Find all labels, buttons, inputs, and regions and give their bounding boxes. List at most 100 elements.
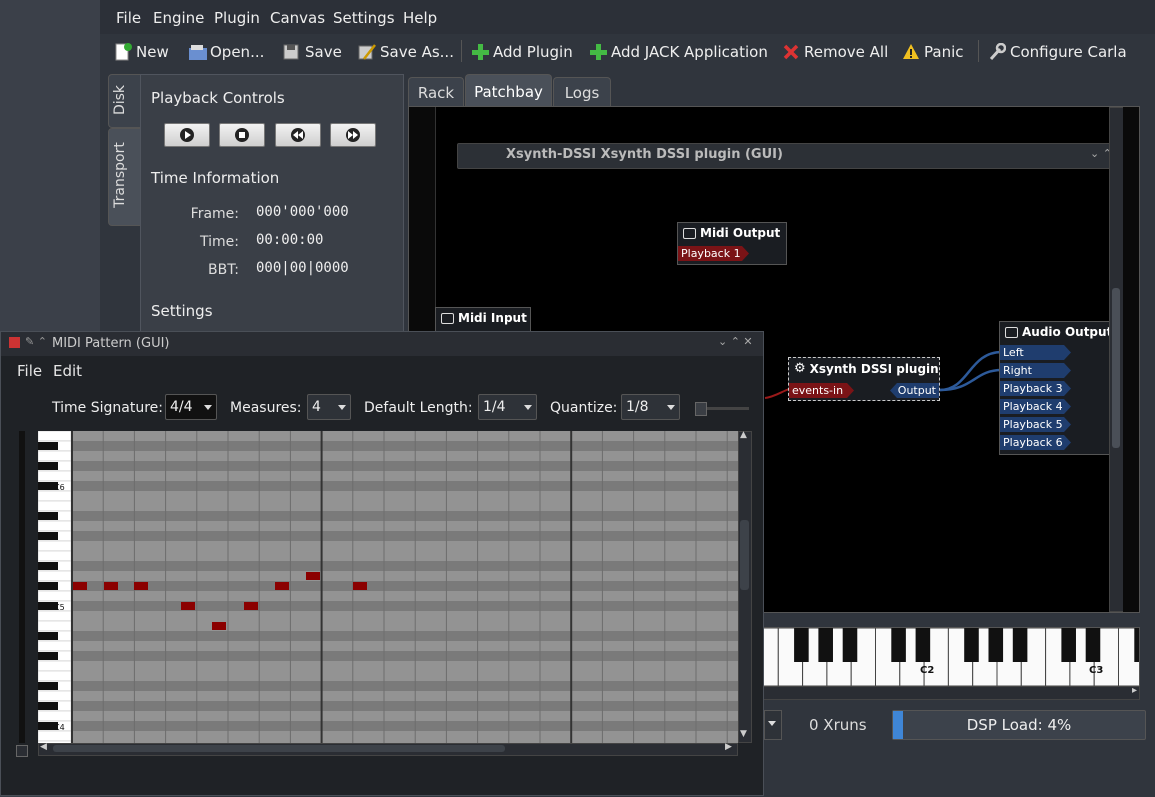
pin-icon[interactable]: ✎ ⌃	[25, 335, 47, 348]
piano-keys[interactable]	[38, 431, 71, 743]
port-playback-5[interactable]: Playback 5	[1000, 417, 1071, 432]
note[interactable]	[104, 582, 118, 590]
default-length-select[interactable]: 1/4	[478, 394, 537, 420]
tab-rack[interactable]: Rack	[408, 77, 464, 108]
black-key	[818, 628, 833, 662]
note[interactable]	[212, 622, 226, 630]
menu-help[interactable]: Help	[403, 9, 437, 27]
stop-icon	[235, 128, 249, 142]
grid-row	[71, 441, 738, 451]
note[interactable]	[306, 572, 320, 580]
forward-button[interactable]	[330, 123, 376, 147]
white-key	[38, 570, 71, 582]
note[interactable]	[134, 582, 148, 590]
pattern-title-bar[interactable]: ✎ ⌃ MIDI Pattern (GUI) ⌄ ⌃ ✕	[1, 332, 763, 356]
scroll-right-icon[interactable]: ▸	[1132, 685, 1137, 696]
grid-row	[71, 471, 738, 481]
port-right[interactable]: Right	[1000, 363, 1071, 378]
toolbar: New Open... Save Save As... Add Plugin A…	[100, 34, 1155, 68]
port-playback-6[interactable]: Playback 6	[1000, 435, 1071, 450]
stop-button[interactable]	[219, 123, 265, 147]
pattern-piano-roll-keys[interactable]: C6 C5 C4	[38, 431, 71, 743]
pattern-note-grid[interactable]	[71, 431, 738, 743]
toolbar-separator	[461, 40, 462, 62]
side-tab-bar: Disk Transport	[108, 74, 142, 226]
save-button[interactable]: Save	[283, 41, 342, 63]
plus-icon	[471, 43, 489, 61]
port-playback-3[interactable]: Playback 3	[1000, 381, 1071, 396]
save-as-button[interactable]: Save As...	[358, 41, 454, 63]
zoom-slider[interactable]	[695, 402, 749, 416]
note[interactable]	[353, 582, 367, 590]
scroll-down-icon[interactable]: ▼	[740, 729, 747, 739]
open-button[interactable]: Open...	[188, 41, 264, 63]
quantize-select[interactable]: 1/8	[621, 394, 680, 420]
audio-output-box[interactable]: Audio Output Left Right Playback 3 Playb…	[999, 321, 1121, 455]
menu-bar: File Engine Plugin Canvas Settings Help	[100, 0, 1155, 34]
save-as-label: Save As...	[380, 43, 454, 61]
play-button[interactable]	[164, 123, 210, 147]
menu-plugin[interactable]: Plugin	[214, 9, 260, 27]
tab-disk-label: Disk	[112, 84, 129, 116]
tab-patchbay[interactable]: Patchbay	[465, 74, 552, 108]
time-signature-select[interactable]: 4/4	[165, 394, 217, 420]
menu-file[interactable]: File	[116, 9, 141, 27]
main-piano-keyboard[interactable]: C2 C3	[763, 627, 1140, 687]
status-dropdown[interactable]	[764, 710, 782, 740]
menu-engine[interactable]: Engine	[153, 9, 204, 27]
add-plugin-button[interactable]: Add Plugin	[471, 41, 573, 63]
canvas-vertical-scrollbar[interactable]	[1109, 107, 1124, 612]
note[interactable]	[73, 582, 87, 590]
scroll-up-icon[interactable]: ▲	[740, 430, 747, 440]
tab-logs[interactable]: Logs	[553, 77, 611, 108]
tab-disk[interactable]: Disk	[108, 74, 142, 128]
black-key	[1134, 628, 1139, 662]
pattern-menu-edit[interactable]: Edit	[53, 362, 82, 380]
measures-select[interactable]: 4	[307, 394, 351, 420]
window-controls-icon[interactable]: ⌄ ⌃ ✕	[718, 335, 753, 348]
note[interactable]	[275, 582, 289, 590]
scroll-right-icon[interactable]: ▶	[725, 742, 732, 752]
corner-checkbox[interactable]	[16, 745, 28, 757]
grid-row	[71, 631, 738, 641]
add-jack-app-button[interactable]: Add JACK Application	[589, 41, 768, 63]
tab-transport[interactable]: Transport	[108, 128, 142, 226]
port-left[interactable]: Left	[1000, 345, 1071, 360]
scrollbar-thumb[interactable]	[53, 745, 505, 752]
rewind-button[interactable]	[275, 123, 321, 147]
note[interactable]	[181, 602, 195, 610]
white-key	[38, 540, 71, 552]
white-key	[38, 500, 71, 512]
configure-carla-button[interactable]: Configure Carla	[988, 41, 1127, 63]
note[interactable]	[244, 602, 258, 610]
zoom-slider-handle[interactable]	[695, 402, 707, 416]
pattern-left-scrollbar[interactable]	[19, 431, 25, 743]
xsynth-plugin-box[interactable]: ⚙ Xsynth DSSI plugin events-in Output	[788, 357, 940, 401]
pattern-vertical-scrollbar[interactable]: ▲ ▼	[738, 430, 752, 743]
port-playback-4[interactable]: Playback 4	[1000, 399, 1071, 414]
pattern-horizontal-scrollbar[interactable]: ◀ ▶	[38, 742, 738, 756]
white-key	[38, 670, 71, 682]
xruns-count[interactable]: 0 Xruns	[809, 716, 867, 734]
pattern-menu-bar: File Edit	[1, 358, 763, 384]
keyboard-scrollbar[interactable]: ▸	[763, 685, 1140, 700]
black-key	[38, 582, 58, 590]
port-events-in[interactable]: events-in	[789, 383, 854, 398]
panic-button[interactable]: Panic	[902, 41, 964, 63]
piano-keys[interactable]	[764, 628, 1139, 686]
frame-label: Frame:	[190, 206, 239, 222]
canvas-right-strip	[1123, 107, 1139, 612]
scrollbar-thumb[interactable]	[1112, 288, 1120, 448]
black-key	[38, 702, 58, 710]
port-output[interactable]: Output	[890, 383, 939, 398]
new-button[interactable]: New	[114, 41, 169, 63]
menu-canvas[interactable]: Canvas	[270, 9, 325, 27]
pattern-menu-file[interactable]: File	[17, 362, 42, 380]
save-as-icon	[358, 43, 376, 61]
menu-settings[interactable]: Settings	[333, 9, 395, 27]
remove-all-button[interactable]: Remove All	[782, 41, 888, 63]
time-signature-value: 4/4	[170, 399, 193, 415]
scroll-left-icon[interactable]: ◀	[40, 742, 47, 752]
black-key	[38, 512, 58, 520]
scrollbar-thumb[interactable]	[740, 520, 749, 590]
